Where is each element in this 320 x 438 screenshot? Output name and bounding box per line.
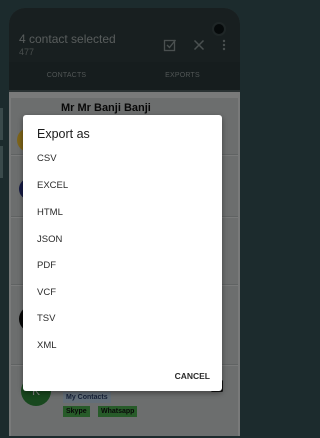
option-label: VCF bbox=[37, 287, 56, 298]
export-option-pdf[interactable]: PDF bbox=[23, 254, 222, 280]
export-option-html[interactable]: HTML bbox=[23, 201, 222, 227]
option-label: JSON bbox=[37, 234, 63, 245]
option-label: HTML bbox=[37, 207, 63, 218]
device-bezel-right bbox=[240, 0, 249, 438]
export-option-xml[interactable]: XML bbox=[23, 334, 222, 360]
export-option-excel[interactable]: EXCEL bbox=[23, 174, 222, 200]
option-label: CSV bbox=[37, 153, 57, 164]
option-label: TSV bbox=[37, 313, 56, 324]
option-label: PDF bbox=[37, 260, 56, 271]
option-label: XML bbox=[37, 340, 57, 351]
export-option-json[interactable]: JSON bbox=[23, 228, 222, 254]
dialog-title: Export as bbox=[37, 127, 90, 141]
export-option-vcf[interactable]: VCF bbox=[23, 281, 222, 307]
export-dialog: Export as CSV EXCEL HTML JSON PDF VCF TS… bbox=[23, 115, 222, 391]
device-bezel-left bbox=[0, 0, 9, 438]
side-button bbox=[0, 146, 3, 178]
export-option-csv[interactable]: CSV bbox=[23, 147, 222, 173]
export-option-tsv[interactable]: TSV bbox=[23, 307, 222, 333]
cancel-button[interactable]: CANCEL bbox=[175, 371, 210, 381]
option-label: EXCEL bbox=[37, 180, 69, 191]
side-button bbox=[0, 108, 3, 140]
